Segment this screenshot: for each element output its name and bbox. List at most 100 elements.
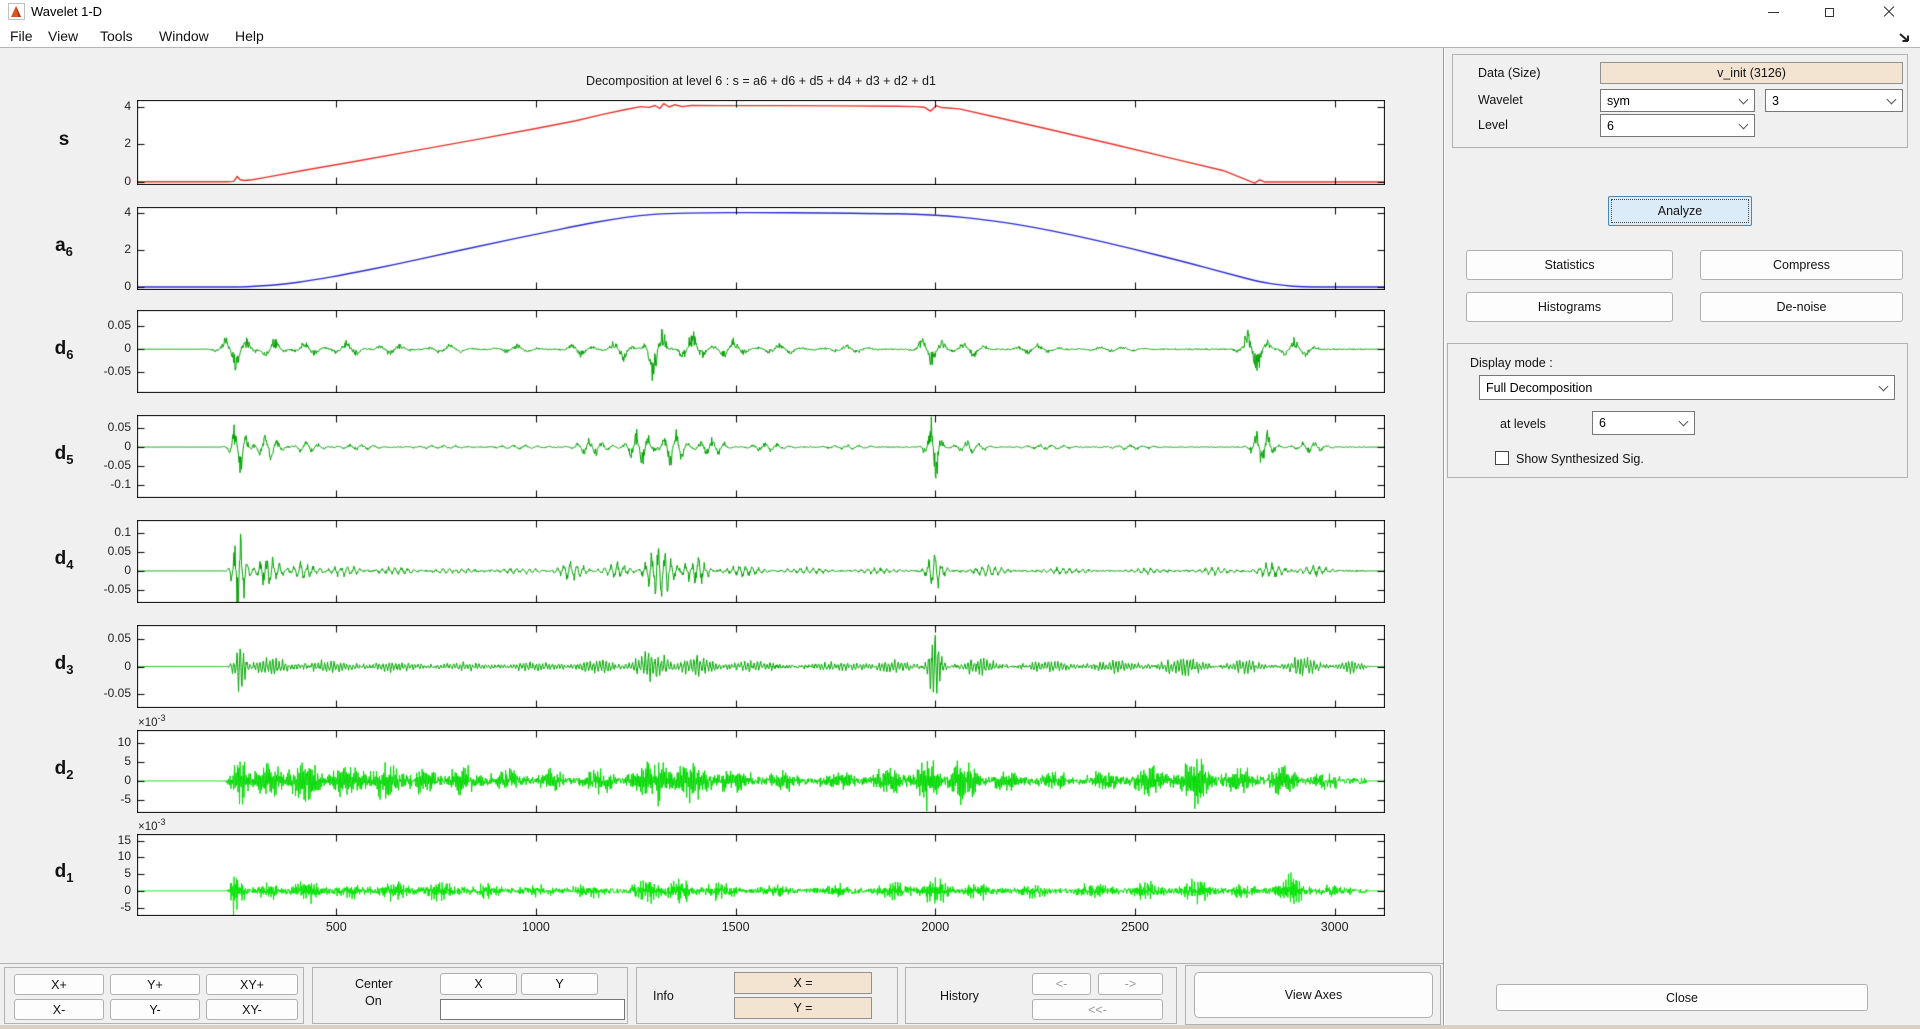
- history-prev-button[interactable]: <-: [1032, 973, 1091, 995]
- data-size-label: Data (Size): [1478, 66, 1541, 80]
- close-window-button[interactable]: [1866, 0, 1912, 24]
- zoom-x-plus-button[interactable]: X+: [14, 974, 104, 995]
- bottom-strip: [0, 1025, 1920, 1029]
- info-label: Info: [653, 989, 674, 1003]
- ytick-d3: 0.05: [60, 631, 131, 645]
- ytick-d1: 10: [60, 849, 131, 863]
- ytick-a6: 4: [60, 205, 131, 219]
- restore-button[interactable]: [1806, 0, 1852, 24]
- ytick-d4: 0: [60, 563, 131, 577]
- exp-label-d2: ×10-3: [138, 713, 166, 729]
- minimize-button[interactable]: [1750, 0, 1796, 24]
- menu-view[interactable]: View: [48, 28, 78, 44]
- ytick-d3: -0.05: [60, 686, 131, 700]
- wavelet-number-select[interactable]: 3: [1765, 89, 1903, 112]
- chevron-down-icon: [1879, 381, 1889, 391]
- xtick-label: 3000: [1305, 920, 1365, 934]
- ytick-d5: 0: [60, 439, 131, 453]
- ytick-s: 4: [60, 99, 131, 113]
- axes-d3[interactable]: [137, 625, 1385, 708]
- wavelet-family-select[interactable]: sym: [1600, 89, 1755, 112]
- ytick-d4: 0.05: [60, 544, 131, 558]
- axes-a6[interactable]: [137, 207, 1385, 290]
- matlab-icon: [8, 3, 25, 20]
- history-label: History: [940, 989, 979, 1003]
- xtick-label: 1500: [706, 920, 766, 934]
- ytick-d1: 5: [60, 866, 131, 880]
- window-title: Wavelet 1-D: [31, 4, 102, 19]
- ytick-d6: -0.05: [60, 364, 131, 378]
- analyze-button[interactable]: Analyze: [1608, 196, 1752, 226]
- zoom-x-minus-button[interactable]: X-: [14, 999, 104, 1020]
- wavelet-number-value: 3: [1772, 94, 1779, 108]
- xtick-label: 1000: [506, 920, 566, 934]
- zoom-y-plus-button[interactable]: Y+: [110, 974, 200, 995]
- axes-s[interactable]: [137, 100, 1385, 185]
- center-value-input[interactable]: [440, 999, 625, 1020]
- axes-d6[interactable]: [137, 310, 1385, 393]
- display-mode-label: Display mode :: [1470, 356, 1553, 370]
- wavelet-1d-window: Wavelet 1-D File View Tools Window Help …: [0, 0, 1920, 1029]
- level-select[interactable]: 6: [1600, 114, 1755, 137]
- display-mode-select[interactable]: Full Decomposition: [1479, 375, 1895, 400]
- restore-icon: [1825, 8, 1834, 17]
- zoom-xy-minus-button[interactable]: XY-: [206, 999, 298, 1020]
- close-icon: [1883, 6, 1895, 18]
- ytick-d4: 0.1: [60, 525, 131, 539]
- exp-label-d1: ×10-3: [138, 817, 166, 833]
- level-value: 6: [1607, 119, 1614, 133]
- menu-file[interactable]: File: [10, 28, 33, 44]
- ytick-d5: -0.1: [60, 477, 131, 491]
- center-x-button[interactable]: X: [440, 973, 517, 995]
- view-axes-button[interactable]: View Axes: [1194, 972, 1433, 1018]
- ytick-d1: 15: [60, 833, 131, 847]
- denoise-button[interactable]: De-noise: [1700, 292, 1903, 322]
- zoom-y-minus-button[interactable]: Y-: [110, 999, 200, 1020]
- ytick-d3: 0: [60, 659, 131, 673]
- ytick-d1: -5: [60, 900, 131, 914]
- ytick-d6: 0.05: [60, 318, 131, 332]
- axes-d5[interactable]: [137, 415, 1385, 498]
- xtick-label: 500: [306, 920, 366, 934]
- statistics-button[interactable]: Statistics: [1466, 250, 1673, 280]
- menu-window[interactable]: Window: [159, 28, 209, 44]
- center-y-button[interactable]: Y: [521, 973, 598, 995]
- data-size-field[interactable]: v_init (3126): [1600, 62, 1903, 84]
- ytick-d4: -0.05: [60, 582, 131, 596]
- info-x-field: X =: [734, 972, 872, 994]
- chevron-down-icon: [1679, 417, 1689, 427]
- minimize-icon: [1768, 12, 1779, 13]
- ytick-d5: -0.05: [60, 458, 131, 472]
- ytick-a6: 0: [60, 279, 131, 293]
- axes-d4[interactable]: [137, 520, 1385, 603]
- xtick-label: 2500: [1105, 920, 1165, 934]
- info-y-field: Y =: [734, 997, 872, 1019]
- compress-button[interactable]: Compress: [1700, 250, 1903, 280]
- at-levels-select[interactable]: 6: [1592, 411, 1695, 435]
- at-levels-value: 6: [1599, 416, 1606, 430]
- menu-help[interactable]: Help: [235, 28, 264, 44]
- ytick-d2: 10: [60, 735, 131, 749]
- history-next-button[interactable]: ->: [1098, 973, 1163, 995]
- wavelet-label: Wavelet: [1478, 93, 1523, 107]
- dock-arrow-icon[interactable]: [1898, 32, 1914, 46]
- ytick-d2: 0: [60, 773, 131, 787]
- panel-divider: [1443, 48, 1445, 1029]
- histograms-button[interactable]: Histograms: [1466, 292, 1673, 322]
- zoom-xy-plus-button[interactable]: XY+: [206, 974, 298, 995]
- ytick-s: 2: [60, 136, 131, 150]
- axes-d2[interactable]: [137, 730, 1385, 813]
- close-button[interactable]: Close: [1496, 984, 1868, 1011]
- history-first-button[interactable]: <<-: [1032, 999, 1163, 1020]
- center-label: Center: [355, 977, 393, 991]
- wavelet-family-value: sym: [1607, 94, 1630, 108]
- show-synthesized-checkbox[interactable]: [1495, 451, 1509, 465]
- axes-d1[interactable]: [137, 834, 1385, 916]
- menu-tools[interactable]: Tools: [100, 28, 133, 44]
- chevron-down-icon: [1739, 94, 1749, 104]
- toolbar-divider: [0, 963, 1443, 964]
- show-synthesized-label: Show Synthesized Sig.: [1516, 452, 1644, 466]
- level-label: Level: [1478, 118, 1508, 132]
- ytick-d1: 0: [60, 883, 131, 897]
- at-levels-label: at levels: [1500, 417, 1546, 431]
